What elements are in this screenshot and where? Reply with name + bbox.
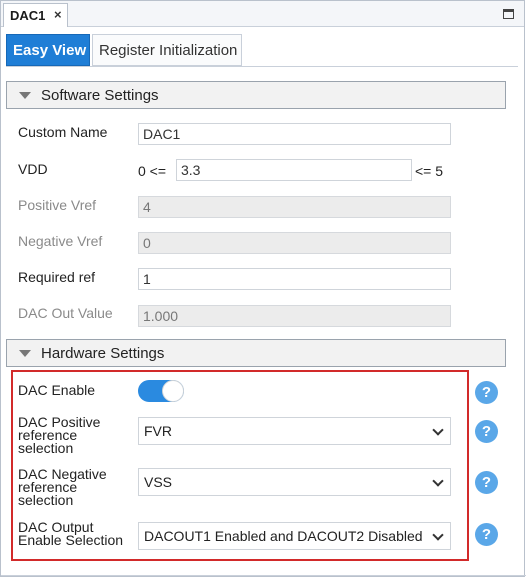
toggle-knob [162, 380, 184, 402]
dac-output-enable-select[interactable]: DACOUT1 Enabled and DACOUT2 Disabled [138, 522, 451, 550]
chevron-down-icon [432, 424, 444, 436]
help-icon[interactable]: ? [475, 381, 498, 404]
hardware-settings-header[interactable]: Hardware Settings [6, 339, 506, 367]
dac-negative-ref-select[interactable]: VSS [138, 468, 451, 496]
positive-vref-label: Positive Vref [18, 197, 97, 213]
section-title: Software Settings [41, 87, 159, 104]
dac-out-value-label: DAC Out Value [18, 305, 113, 321]
negative-vref-label: Negative Vref [18, 233, 103, 249]
chevron-down-icon [432, 475, 444, 487]
help-icon[interactable]: ? [475, 420, 498, 443]
tab-easy-view[interactable]: Easy View [6, 34, 90, 66]
select-value: DACOUT1 Enabled and DACOUT2 Disabled [144, 528, 423, 544]
dac-enable-label: DAC Enable [18, 382, 96, 398]
custom-name-label: Custom Name [18, 124, 108, 140]
software-settings-header[interactable]: Software Settings [6, 81, 506, 109]
document-tab-dac1[interactable]: DAC1 × [3, 3, 68, 27]
dac-enable-toggle[interactable] [138, 380, 184, 402]
divider [1, 575, 526, 576]
vdd-max-bound: <= 5 [415, 163, 444, 179]
maximize-icon[interactable] [503, 9, 514, 19]
dac-out-value-field [138, 305, 451, 327]
close-icon[interactable]: × [54, 7, 62, 22]
section-title: Hardware Settings [41, 345, 165, 362]
document-tab-title: DAC1 [10, 8, 46, 23]
dac-positive-ref-select[interactable]: FVR [138, 417, 451, 445]
collapse-triangle-icon [19, 350, 31, 357]
tab-register-initialization[interactable]: Register Initialization [92, 34, 242, 66]
document-tab-strip: DAC1 × [1, 1, 524, 27]
negative-vref-field [138, 232, 451, 254]
chevron-down-icon [432, 529, 444, 541]
collapse-triangle-icon [19, 92, 31, 99]
dac-output-enable-label: DAC Output Enable Selection [18, 519, 124, 548]
vdd-label: VDD [18, 161, 48, 177]
vdd-input[interactable] [176, 159, 412, 181]
help-icon[interactable]: ? [475, 471, 498, 494]
dac1-panel: DAC1 × Easy View Register Initialization… [0, 0, 526, 577]
custom-name-input[interactable] [138, 123, 451, 145]
required-ref-label: Required ref [18, 269, 96, 285]
vdd-min-bound: 0 <= [138, 163, 167, 179]
select-value: VSS [144, 474, 173, 490]
divider [6, 66, 518, 67]
dac-negative-ref-label: DAC Negative reference selection [18, 466, 107, 508]
positive-vref-field [138, 196, 451, 218]
dac-positive-ref-label: DAC Positive reference selection [18, 414, 101, 456]
help-icon[interactable]: ? [475, 523, 498, 546]
select-value: FVR [144, 423, 172, 439]
required-ref-input[interactable] [138, 268, 451, 290]
